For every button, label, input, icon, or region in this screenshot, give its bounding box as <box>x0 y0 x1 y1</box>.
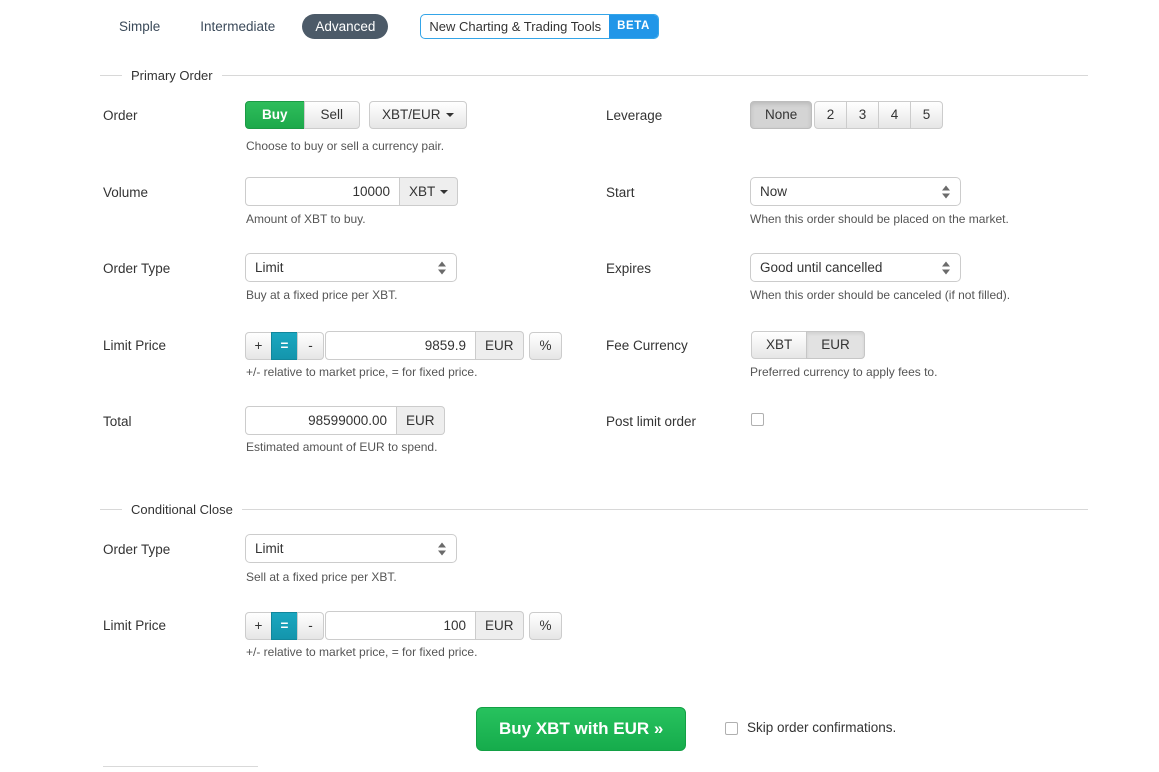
fee-currency-help-text: Preferred currency to apply fees to. <box>750 365 938 379</box>
total-currency: EUR <box>397 406 445 435</box>
cc-order-type-help-text: Sell at a fixed price per XBT. <box>246 570 397 584</box>
limit-price-help-text: +/- relative to market price, = for fixe… <box>246 365 478 379</box>
primary-order-legend-label: Primary Order <box>131 68 213 83</box>
leverage-option-3[interactable]: 3 <box>846 101 879 129</box>
start-label: Start <box>606 185 635 200</box>
tab-advanced[interactable]: Advanced <box>302 13 389 39</box>
limit-price-currency: EUR <box>476 331 524 360</box>
cc-limit-price-currency: EUR <box>476 611 524 640</box>
post-limit-order-checkbox[interactable] <box>751 413 764 426</box>
start-select[interactable]: Now <box>750 177 961 206</box>
legend-dash-left <box>100 509 122 510</box>
limit-price-plus-button[interactable]: + <box>245 332 272 360</box>
fee-currency-label: Fee Currency <box>606 338 688 353</box>
trading-order-form-page: Simple Intermediate Advanced New Chartin… <box>0 0 1159 772</box>
select-spinner-icon <box>942 260 951 275</box>
select-spinner-icon <box>438 541 447 556</box>
primary-order-legend: Primary Order <box>100 68 1088 83</box>
order-side-toggle[interactable]: Buy Sell <box>245 101 361 129</box>
limit-price-percent-button[interactable]: % <box>529 332 562 360</box>
buy-button[interactable]: Buy <box>245 101 305 129</box>
expires-value: Good until cancelled <box>760 260 883 275</box>
expires-label: Expires <box>606 261 652 276</box>
order-label: Order <box>103 108 138 123</box>
cc-limit-price-input[interactable] <box>325 611 476 640</box>
view-mode-tabstrip: Simple Intermediate Advanced New Chartin… <box>0 0 1159 52</box>
order-type-help-text: Buy at a fixed price per XBT. <box>246 288 398 302</box>
select-spinner-icon <box>942 184 951 199</box>
limit-price-mode-toggle[interactable]: + = - <box>245 332 324 360</box>
skip-order-confirmations-checkbox[interactable] <box>725 722 738 735</box>
limit-price-equals-button[interactable]: = <box>271 332 298 360</box>
order-help-text: Choose to buy or sell a currency pair. <box>246 139 445 153</box>
select-spinner-icon <box>438 260 447 275</box>
tab-intermediate[interactable]: Intermediate <box>187 14 288 39</box>
cc-limit-price-label: Limit Price <box>103 618 167 633</box>
new-charting-tools-label: New Charting & Trading Tools <box>429 18 602 34</box>
beta-badge: BETA <box>609 14 658 38</box>
cc-limit-price-equals-button[interactable]: = <box>271 612 298 640</box>
volume-label: Volume <box>103 185 149 200</box>
leverage-options-group[interactable]: 2 3 4 5 <box>814 101 943 129</box>
start-value: Now <box>760 184 788 199</box>
submit-order-button[interactable]: Buy XBT with EUR » <box>476 707 687 751</box>
fee-currency-option-xbt[interactable]: XBT <box>751 331 808 359</box>
order-type-value: Limit <box>255 260 284 275</box>
volume-input[interactable] <box>245 177 400 206</box>
volume-input-group[interactable]: XBT <box>245 177 459 206</box>
limit-price-input-group[interactable]: EUR <box>325 331 524 360</box>
fee-currency-option-eur[interactable]: EUR <box>806 331 865 359</box>
cc-limit-price-mode-toggle[interactable]: + = - <box>245 612 324 640</box>
leverage-label: Leverage <box>606 108 663 123</box>
total-label: Total <box>103 414 132 429</box>
leverage-option-5[interactable]: 5 <box>910 101 943 129</box>
currency-pair-value: XBT/EUR <box>382 107 441 122</box>
leverage-option-2[interactable]: 2 <box>814 101 847 129</box>
cc-limit-price-input-group[interactable]: EUR <box>325 611 524 640</box>
cc-limit-price-percent-button[interactable]: % <box>529 612 562 640</box>
start-help-text: When this order should be placed on the … <box>750 212 1009 226</box>
limit-price-input[interactable] <box>325 331 476 360</box>
volume-unit-dropdown[interactable]: XBT <box>400 177 459 206</box>
new-charting-tools-promo[interactable]: New Charting & Trading Tools BETA <box>420 13 659 39</box>
total-help-text: Estimated amount of EUR to spend. <box>246 440 438 454</box>
sell-button[interactable]: Sell <box>303 101 361 129</box>
total-input-group[interactable]: EUR <box>245 406 445 435</box>
expires-help-text: When this order should be canceled (if n… <box>750 288 1011 302</box>
order-type-label: Order Type <box>103 261 171 276</box>
expires-select[interactable]: Good until cancelled <box>750 253 961 282</box>
leverage-option-4[interactable]: 4 <box>878 101 911 129</box>
cc-order-type-label: Order Type <box>103 542 171 557</box>
order-type-select[interactable]: Limit <box>245 253 457 282</box>
cc-limit-price-minus-button[interactable]: - <box>297 612 324 640</box>
bottom-divider <box>103 766 258 767</box>
cc-limit-price-help-text: +/- relative to market price, = for fixe… <box>246 645 478 659</box>
cc-order-type-value: Limit <box>255 541 284 556</box>
volume-unit-value: XBT <box>409 184 436 199</box>
limit-price-minus-button[interactable]: - <box>297 332 324 360</box>
total-input[interactable] <box>245 406 397 435</box>
limit-price-label: Limit Price <box>103 338 167 353</box>
conditional-close-legend-label: Conditional Close <box>131 502 233 517</box>
chevron-down-icon <box>440 189 449 194</box>
leverage-option-none[interactable]: None <box>750 101 813 129</box>
conditional-close-legend: Conditional Close <box>100 502 1088 517</box>
tab-simple[interactable]: Simple <box>106 14 173 39</box>
post-limit-order-label: Post limit order <box>606 414 697 429</box>
legend-dash-left <box>100 75 122 76</box>
currency-pair-dropdown[interactable]: XBT/EUR <box>369 101 467 129</box>
legend-rule <box>241 509 1088 510</box>
chevron-down-icon <box>445 113 454 118</box>
skip-order-confirmations-label: Skip order confirmations. <box>747 720 897 735</box>
volume-help-text: Amount of XBT to buy. <box>246 212 366 226</box>
cc-order-type-select[interactable]: Limit <box>245 534 457 563</box>
fee-currency-toggle[interactable]: XBT EUR <box>751 331 865 359</box>
cc-limit-price-plus-button[interactable]: + <box>245 612 272 640</box>
legend-rule <box>221 75 1088 76</box>
